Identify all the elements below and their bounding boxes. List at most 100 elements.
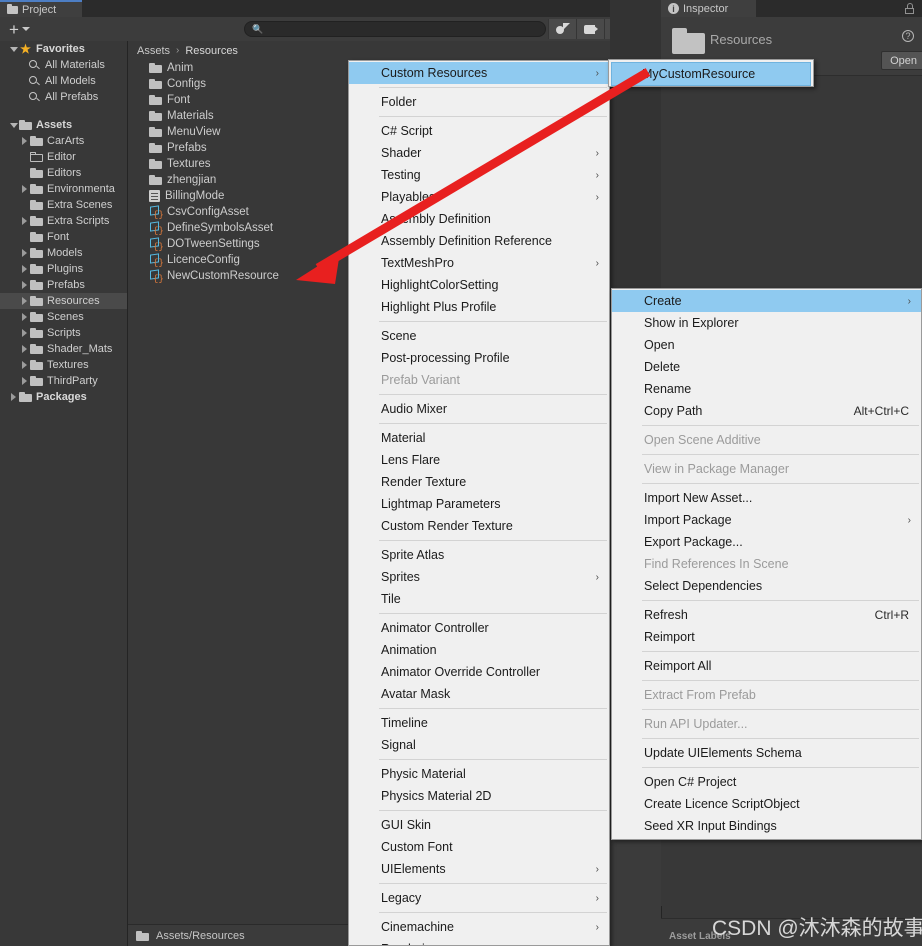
menu-item-animation[interactable]: Animation [349,639,609,661]
menu-item-testing[interactable]: Testing › [349,164,609,186]
menu-item-update-uielements-schema[interactable]: Update UIElements Schema [612,742,921,764]
twisty-collapsed[interactable] [19,329,30,337]
menu-item-custom-font[interactable]: Custom Font [349,836,609,858]
twisty-collapsed[interactable] [19,249,30,257]
menu-item-show-in-explorer[interactable]: Show in Explorer [612,312,921,334]
tree-item-shader-mats[interactable]: Shader_Mats [0,341,127,357]
tree-item-thirdparty[interactable]: ThirdParty [0,373,127,389]
menu-item-reimport-all[interactable]: Reimport All [612,655,921,677]
search-input[interactable]: 🔍 [244,21,546,37]
tree-item-plugins[interactable]: Plugins [0,261,127,277]
menu-item-timeline[interactable]: Timeline [349,712,609,734]
menu-item-select-dependencies[interactable]: Select Dependencies [612,575,921,597]
tree-item-all-models[interactable]: All Models [0,73,127,89]
menu-item-lightmap-parameters[interactable]: Lightmap Parameters [349,493,609,515]
tree-item-environmenta[interactable]: Environmenta [0,181,127,197]
tree-group-packages[interactable]: Packages [0,389,127,405]
help-icon[interactable]: ? [902,30,914,42]
custom-resources-submenu[interactable]: MyCustomResource [608,59,814,87]
favorites-twisty[interactable] [8,46,19,52]
tree-item-font[interactable]: Font [0,229,127,245]
menu-item-textmeshpro[interactable]: TextMeshPro › [349,252,609,274]
assets-twisty[interactable] [8,122,19,128]
tree-item-scenes[interactable]: Scenes [0,309,127,325]
menu-item-lens-flare[interactable]: Lens Flare [349,449,609,471]
twisty-collapsed[interactable] [19,217,30,225]
menu-item-sprites[interactable]: Sprites › [349,566,609,588]
menu-item-uielements[interactable]: UIElements › [349,858,609,880]
menu-item-animator-override-controller[interactable]: Animator Override Controller [349,661,609,683]
tree-item-resources[interactable]: Resources [0,293,127,309]
twisty-collapsed[interactable] [19,361,30,369]
menu-item-physics-material-2d[interactable]: Physics Material 2D [349,785,609,807]
menu-item-assembly-definition[interactable]: Assembly Definition [349,208,609,230]
menu-item-create[interactable]: Create › [612,290,921,312]
object-filter-button[interactable] [548,19,577,39]
tree-item-editors[interactable]: Editors [0,165,127,181]
menu-item-reimport[interactable]: Reimport [612,626,921,648]
menu-item-custom-resources[interactable]: Custom Resources › [349,62,609,84]
menu-item-audio-mixer[interactable]: Audio Mixer [349,398,609,420]
twisty-collapsed[interactable] [19,297,30,305]
lock-icon[interactable] [905,3,914,14]
menu-item-c-script[interactable]: C# Script [349,120,609,142]
project-tree[interactable]: ★ Favorites All Materials All Models All… [0,41,128,946]
menu-item-material[interactable]: Material [349,427,609,449]
menu-item-refresh[interactable]: Refresh Ctrl+R [612,604,921,626]
asset-context-menu[interactable]: Create › Show in Explorer Open Delete Rename C… [611,288,922,840]
breadcrumb-root[interactable]: Assets [137,45,170,57]
breadcrumb-current[interactable]: Resources [185,45,238,57]
menu-item-sprite-atlas[interactable]: Sprite Atlas [349,544,609,566]
menu-item-tile[interactable]: Tile [349,588,609,610]
menu-item-physic-material[interactable]: Physic Material [349,763,609,785]
tree-item-all-prefabs[interactable]: All Prefabs [0,89,127,105]
twisty-collapsed[interactable] [19,281,30,289]
tree-item-scripts[interactable]: Scripts [0,325,127,341]
menu-item-import-package[interactable]: Import Package › [612,509,921,531]
menu-item-animator-controller[interactable]: Animator Controller [349,617,609,639]
tree-group-favorites[interactable]: ★ Favorites [0,41,127,57]
tree-item-prefabs[interactable]: Prefabs [0,277,127,293]
label-filter-button[interactable] [576,19,605,39]
tab-inspector[interactable]: i Inspector [661,0,756,17]
twisty-collapsed[interactable] [19,313,30,321]
menu-item-playables[interactable]: Playables › [349,186,609,208]
packages-twisty[interactable] [8,393,19,401]
twisty-collapsed[interactable] [19,377,30,385]
tree-item-extra-scripts[interactable]: Extra Scripts [0,213,127,229]
menu-item-delete[interactable]: Delete [612,356,921,378]
tree-item-all-materials[interactable]: All Materials [0,57,127,73]
twisty-collapsed[interactable] [19,345,30,353]
menu-item-copy-path[interactable]: Copy Path Alt+Ctrl+C [612,400,921,422]
menu-item-rendering[interactable]: Rendering› [349,938,609,945]
menu-item-seed-xr-input-bindings[interactable]: Seed XR Input Bindings [612,815,921,837]
tree-item-textures[interactable]: Textures [0,357,127,373]
tab-project[interactable]: Project [0,0,82,17]
menu-item-legacy[interactable]: Legacy › [349,887,609,909]
create-context-menu[interactable]: Custom Resources › Folder C# Script Shader › T… [348,60,610,946]
menu-item-highlightcolorsetting[interactable]: HighlightColorSetting [349,274,609,296]
menu-item-post-processing-profile[interactable]: Post-processing Profile [349,347,609,369]
menu-item-render-texture[interactable]: Render Texture [349,471,609,493]
menu-item-open[interactable]: Open [612,334,921,356]
menu-item-create-licence-scriptobject[interactable]: Create Licence ScriptObject [612,793,921,815]
menu-item-scene[interactable]: Scene [349,325,609,347]
menu-item-custom-render-texture[interactable]: Custom Render Texture [349,515,609,537]
twisty-collapsed[interactable] [19,265,30,273]
menu-item-import-new-asset[interactable]: Import New Asset... [612,487,921,509]
menu-item-highlight-plus-profile[interactable]: Highlight Plus Profile [349,296,609,318]
menu-item-mycustomresource[interactable]: MyCustomResource [611,62,811,86]
open-button[interactable]: Open [881,51,922,70]
menu-item-folder[interactable]: Folder [349,91,609,113]
menu-item-assembly-definition-reference[interactable]: Assembly Definition Reference [349,230,609,252]
menu-item-cinemachine[interactable]: Cinemachine › [349,916,609,938]
menu-item-gui-skin[interactable]: GUI Skin [349,814,609,836]
menu-item-shader[interactable]: Shader › [349,142,609,164]
tree-item-editor[interactable]: Editor [0,149,127,165]
create-add-button[interactable]: + [9,21,30,38]
menu-item-signal[interactable]: Signal [349,734,609,756]
menu-item-avatar-mask[interactable]: Avatar Mask [349,683,609,705]
menu-item-export-package[interactable]: Export Package... [612,531,921,553]
twisty-collapsed[interactable] [19,137,30,145]
menu-item-open-c-project[interactable]: Open C# Project [612,771,921,793]
